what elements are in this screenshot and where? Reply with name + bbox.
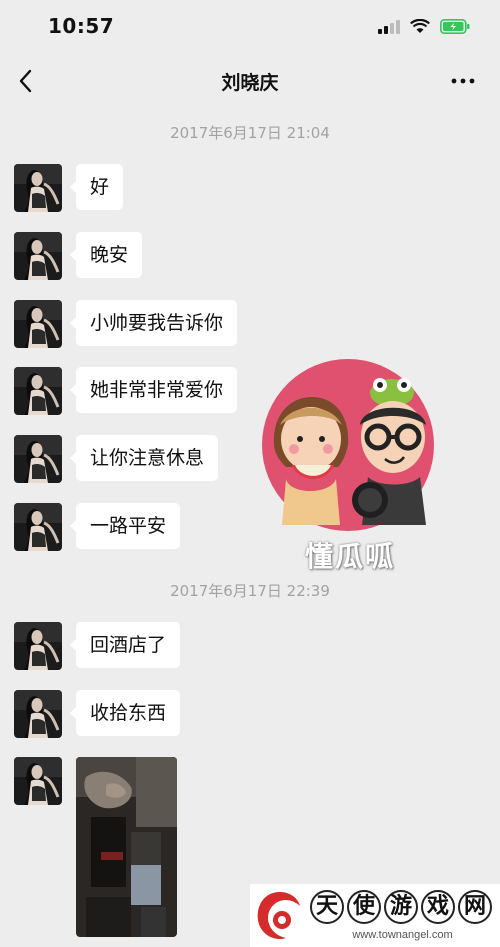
site-name-char: 游 (384, 890, 418, 924)
avatar-image (14, 300, 62, 348)
watermark-text: 懂瓜呱 (304, 540, 395, 573)
site-name: 天 使 游 戏 网 (310, 890, 492, 924)
avatar[interactable] (14, 503, 62, 551)
avatar[interactable] (14, 757, 62, 805)
nav-bar: 刘晓庆 (0, 56, 500, 106)
message-row (14, 757, 62, 805)
message-row: 让你注意休息 (14, 435, 219, 483)
site-name-char: 网 (458, 890, 492, 924)
wifi-icon (410, 19, 430, 33)
avatar[interactable] (14, 232, 62, 280)
avatar-image (14, 435, 62, 483)
message-bubble[interactable]: 她非常非常爱你 (69, 367, 238, 413)
avatar[interactable] (14, 367, 62, 415)
status-time: 10:57 (48, 14, 115, 38)
media-photo (76, 757, 177, 937)
avatar[interactable] (14, 300, 62, 348)
message-row: 她非常非常爱你 (14, 367, 238, 415)
status-bar: 10:57 (0, 0, 500, 56)
message-bubble[interactable]: 回酒店了 (69, 622, 181, 668)
message-bubble[interactable]: 让你注意休息 (69, 435, 219, 481)
avatar-image (14, 164, 62, 212)
message-row: 一路平安 (14, 503, 181, 551)
site-name-char: 戏 (421, 890, 455, 924)
more-icon (451, 78, 475, 84)
message-bubble[interactable]: 小帅要我告诉你 (69, 300, 238, 346)
message-bubble[interactable]: 晚安 (69, 232, 143, 278)
avatar[interactable] (14, 435, 62, 483)
message-row: 回酒店了 (14, 622, 181, 670)
message-bubble[interactable]: 一路平安 (69, 503, 181, 549)
site-name-char: 使 (347, 890, 381, 924)
avatar[interactable] (14, 164, 62, 212)
avatar-image (14, 757, 62, 805)
message-row: 小帅要我告诉你 (14, 300, 238, 348)
avatar-image (14, 503, 62, 551)
avatar[interactable] (14, 690, 62, 738)
avatar[interactable] (14, 622, 62, 670)
site-logo-icon (257, 892, 300, 940)
timestamp: 2017年6月17日 21:04 (170, 124, 330, 142)
message-bubble[interactable]: 收拾东西 (69, 690, 181, 736)
avatar-image (14, 690, 62, 738)
avatar-image (14, 232, 62, 280)
status-icons (378, 19, 470, 34)
avatar-image (14, 622, 62, 670)
site-url: www.townangel.com (352, 929, 453, 941)
chat-title: 刘晓庆 (221, 72, 279, 94)
battery-icon (440, 19, 470, 34)
site-name-char: 天 (310, 890, 344, 924)
watermark-logo: 懂瓜呱 (250, 355, 450, 573)
site-logo: 天 使 游 戏 网 www.townangel.com (250, 884, 500, 947)
signal-icon (378, 19, 400, 34)
message-row: 好 (14, 164, 124, 212)
message-row: 晚安 (14, 232, 143, 280)
message-bubble[interactable]: 好 (69, 164, 124, 210)
timestamp: 2017年6月17日 22:39 (170, 582, 330, 600)
media-message-thumbnail[interactable] (76, 757, 177, 937)
watermark-image (262, 359, 434, 531)
message-row: 收拾东西 (14, 690, 181, 738)
more-button[interactable] (450, 70, 476, 92)
avatar-image (14, 367, 62, 415)
